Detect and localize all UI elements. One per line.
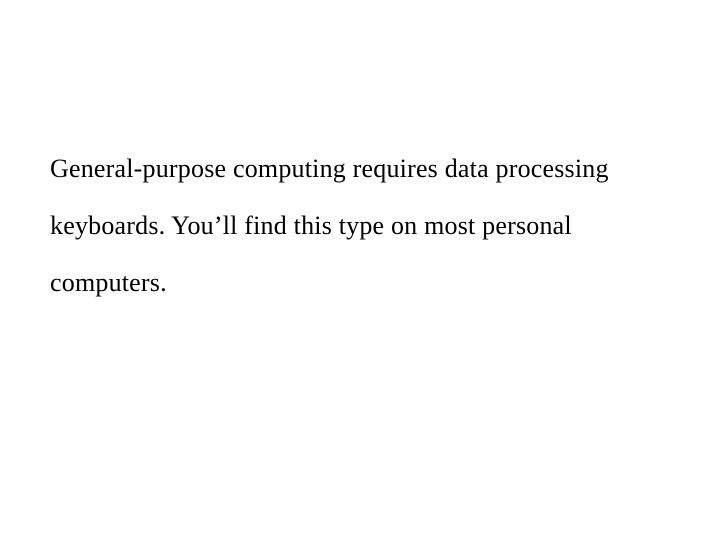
document-page: General-purpose computing requires data …: [0, 0, 720, 312]
body-paragraph: General-purpose computing requires data …: [50, 140, 670, 312]
